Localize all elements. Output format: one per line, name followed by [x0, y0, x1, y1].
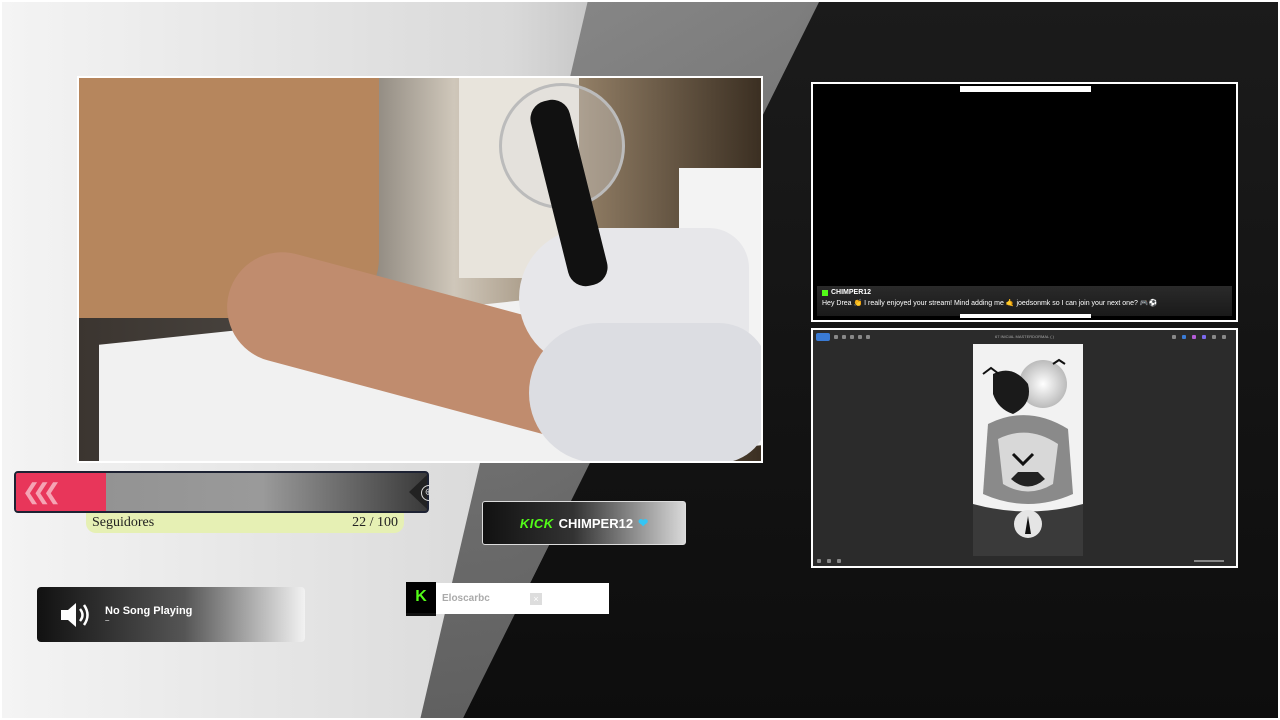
toolbar-icon[interactable] [1222, 335, 1226, 339]
goal-end-icon: ⊕ [421, 485, 437, 501]
goal-label-text: Seguidores [92, 515, 155, 530]
toolbar-icon[interactable] [1192, 335, 1196, 339]
kick-logo-icon: K [406, 581, 436, 616]
chat-bottom-notch [960, 314, 1091, 318]
chat-panel: CHIMPER12 Hey Drea 👏 I really enjoyed yo… [811, 82, 1238, 322]
chat-username-row: CHIMPER12 [822, 289, 1227, 296]
kick-channel-badge: KICK CHIMPER12 ❤ [482, 501, 686, 545]
status-icon[interactable] [817, 559, 821, 563]
chat-message: CHIMPER12 Hey Drea 👏 I really enjoyed yo… [817, 286, 1232, 316]
kick-badge-icon [822, 289, 828, 296]
follower-goal-bar: ❮❮❮ [14, 471, 429, 513]
chat-top-notch [960, 86, 1091, 92]
close-icon[interactable]: × [530, 592, 542, 605]
chat-message-text: Hey Drea 👏 I really enjoyed your stream!… [822, 300, 1158, 307]
chat-username: CHIMPER12 [831, 289, 872, 296]
goal-progress-text: 22 / 100 [352, 515, 398, 530]
toolbar-icon[interactable] [1182, 335, 1186, 339]
follower-username: Eloscarbc [442, 593, 490, 604]
image-viewer-capture: 67 INICIAL MASTERDORMAL ( ) [811, 328, 1238, 568]
camera-glove-lower [529, 323, 761, 461]
chevrons-left-icon: ❮❮❮ [22, 479, 61, 504]
follower-goal-label: Seguidores 22 / 100 [86, 513, 404, 533]
speaker-icon [59, 601, 93, 629]
heart-icon: ❤ [638, 516, 649, 530]
toolbar-icon[interactable] [1212, 335, 1216, 339]
kick-brand: KICK [519, 515, 554, 531]
now-playing-title: No Song Playing [105, 604, 193, 617]
toolbar-icon[interactable] [1172, 335, 1176, 339]
viewer-toolbar-right [1172, 335, 1226, 339]
viewer-statusbar [813, 556, 1236, 566]
status-icon[interactable] [837, 559, 841, 563]
now-playing-widget: No Song Playing – [37, 587, 305, 642]
follower-alert: K Eloscarbc × [406, 581, 609, 616]
toolbar-icon[interactable] [1202, 335, 1206, 339]
zoom-slider[interactable] [1194, 560, 1224, 562]
now-playing-subtitle: – [105, 615, 110, 625]
status-icon[interactable] [827, 559, 831, 563]
camera-feed [77, 76, 763, 463]
wolf-tattoo-image [973, 344, 1083, 556]
kick-channel-name: CHIMPER12 [558, 515, 634, 531]
